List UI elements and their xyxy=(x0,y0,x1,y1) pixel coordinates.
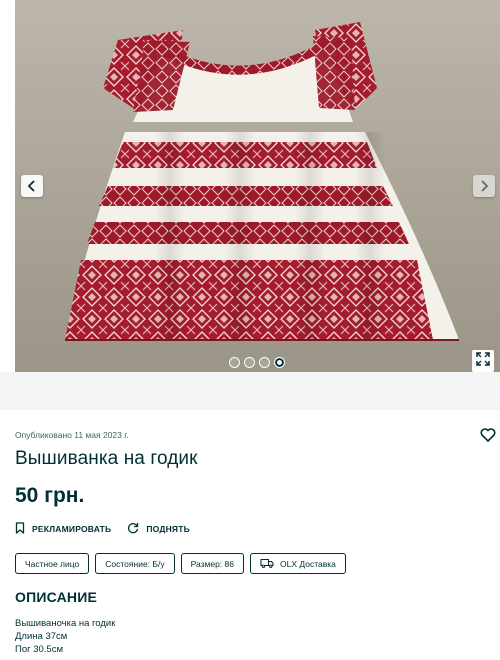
embroidered-dress-image xyxy=(65,22,459,341)
tag-size: Размер: 86 xyxy=(180,553,244,574)
chevron-left-icon xyxy=(27,180,37,192)
next-photo-button[interactable] xyxy=(473,175,495,197)
heart-icon xyxy=(480,428,496,446)
tag-label: Частное лицо xyxy=(25,558,80,569)
favorite-button[interactable] xyxy=(480,428,496,447)
tag-label: Размер: 86 xyxy=(190,558,234,569)
promote-button[interactable]: РЕКЛАМИРОВАТЬ xyxy=(15,522,111,536)
bookmark-flag-icon xyxy=(15,522,25,536)
listing-details: Опубликовано 11 мая 2023 г. Вышиванка на… xyxy=(0,410,500,660)
photo-dot-4[interactable] xyxy=(274,357,285,368)
product-photo[interactable] xyxy=(15,0,500,372)
tag-label: Состояние: Б/у xyxy=(105,558,165,569)
description-line: Пог 30.5см xyxy=(15,644,63,655)
expand-icon xyxy=(476,351,490,371)
photo-pagination xyxy=(229,357,285,368)
delivery-truck-icon xyxy=(260,558,274,570)
photo-dot-3[interactable] xyxy=(259,357,270,368)
photo-gallery xyxy=(0,0,500,372)
photo-dot-1[interactable] xyxy=(229,357,240,368)
description-line: Вышиваночка на годик xyxy=(15,618,116,629)
tag-condition: Состояние: Б/у xyxy=(95,553,175,574)
chevron-right-icon xyxy=(479,180,489,192)
photo-dot-2[interactable] xyxy=(244,357,255,368)
fullscreen-button[interactable] xyxy=(472,350,494,372)
listing-title: Вышиванка на годик xyxy=(15,448,198,469)
description-heading: ОПИСАНИЕ xyxy=(15,589,97,605)
description-text: Вышиваночка на годик Длина 37см Пог 30.5… xyxy=(15,617,115,656)
promotion-actions: РЕКЛАМИРОВАТЬ ПОДНЯТЬ xyxy=(15,522,190,536)
raise-label: ПОДНЯТЬ xyxy=(146,524,190,534)
refresh-icon xyxy=(127,522,139,536)
raise-button[interactable]: ПОДНЯТЬ xyxy=(127,522,190,536)
tag-label: OLX Доставка xyxy=(280,558,336,569)
tag-delivery: OLX Доставка xyxy=(250,553,346,574)
listing-price: 50 грн. xyxy=(15,484,85,507)
section-divider xyxy=(0,372,500,410)
description-line: Длина 37см xyxy=(15,631,68,642)
promote-label: РЕКЛАМИРОВАТЬ xyxy=(32,524,112,534)
published-date: Опубликовано 11 мая 2023 г. xyxy=(15,430,129,440)
previous-photo-button[interactable] xyxy=(21,175,43,197)
listing-tags: Частное лицо Состояние: Б/у Размер: 86 O… xyxy=(15,553,346,574)
tag-seller-type: Частное лицо xyxy=(15,553,90,574)
